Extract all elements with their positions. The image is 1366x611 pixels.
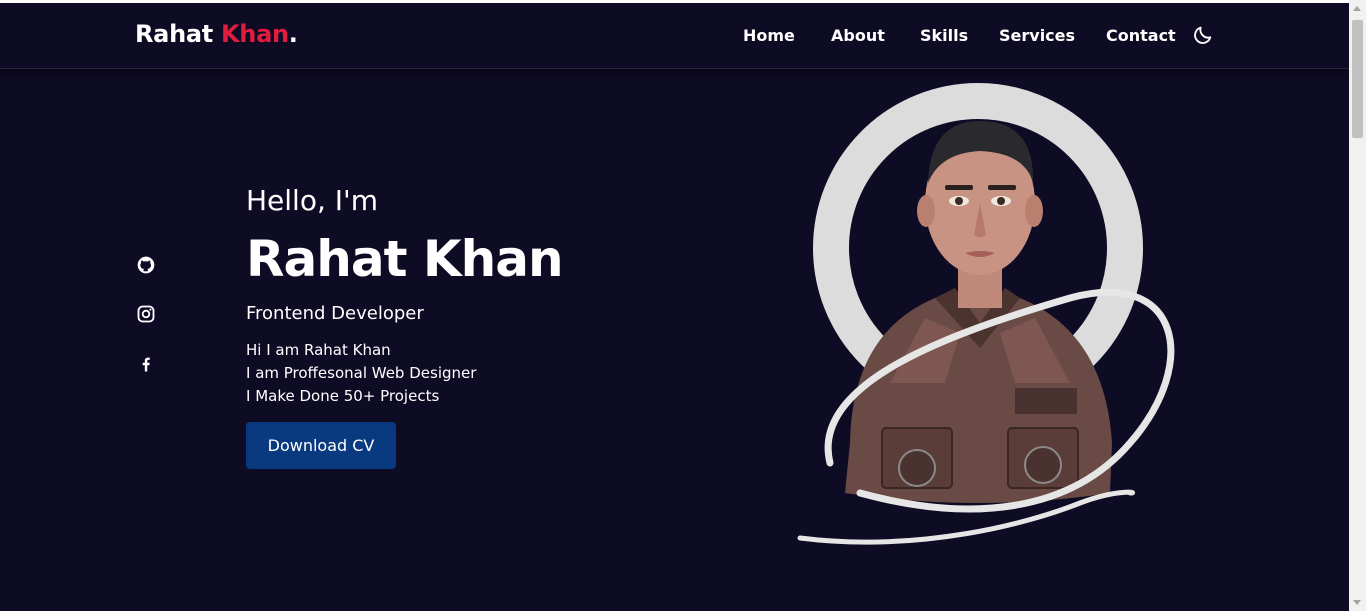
instagram-icon[interactable]: [136, 304, 156, 324]
profile-portrait-image: [770, 83, 1190, 558]
page-viewport: Rahat Khan. Home About Skills Services C…: [0, 3, 1349, 611]
download-cv-button[interactable]: Download CV: [246, 422, 396, 469]
hero-greeting: Hello, I'm: [246, 184, 379, 217]
top-navbar: Rahat Khan. Home About Skills Services C…: [0, 3, 1349, 69]
main-nav: Home About Skills Services Contact: [0, 26, 1349, 50]
nav-about-link[interactable]: About: [831, 26, 885, 45]
scroll-down-icon[interactable]: [1353, 600, 1361, 605]
hero-role: Frontend Developer: [246, 303, 424, 324]
scrollbar-thumb[interactable]: [1352, 20, 1363, 138]
facebook-icon[interactable]: [136, 354, 156, 374]
nav-home-link[interactable]: Home: [743, 26, 795, 45]
github-icon[interactable]: [136, 255, 156, 275]
page-scrollbar[interactable]: [1349, 0, 1366, 611]
moon-icon[interactable]: [1192, 24, 1214, 46]
hero-bio-line: Hi I am Rahat Khan: [246, 341, 391, 359]
hero-bio-line: I am Proffesonal Web Designer: [246, 364, 477, 382]
nav-skills-link[interactable]: Skills: [920, 26, 968, 45]
hero-bio-line: I Make Done 50+ Projects: [246, 387, 440, 405]
nav-contact-link[interactable]: Contact: [1106, 26, 1176, 45]
hero-name: Rahat Khan: [246, 230, 564, 288]
scroll-up-icon[interactable]: [1353, 6, 1361, 11]
nav-services-link[interactable]: Services: [999, 26, 1075, 45]
